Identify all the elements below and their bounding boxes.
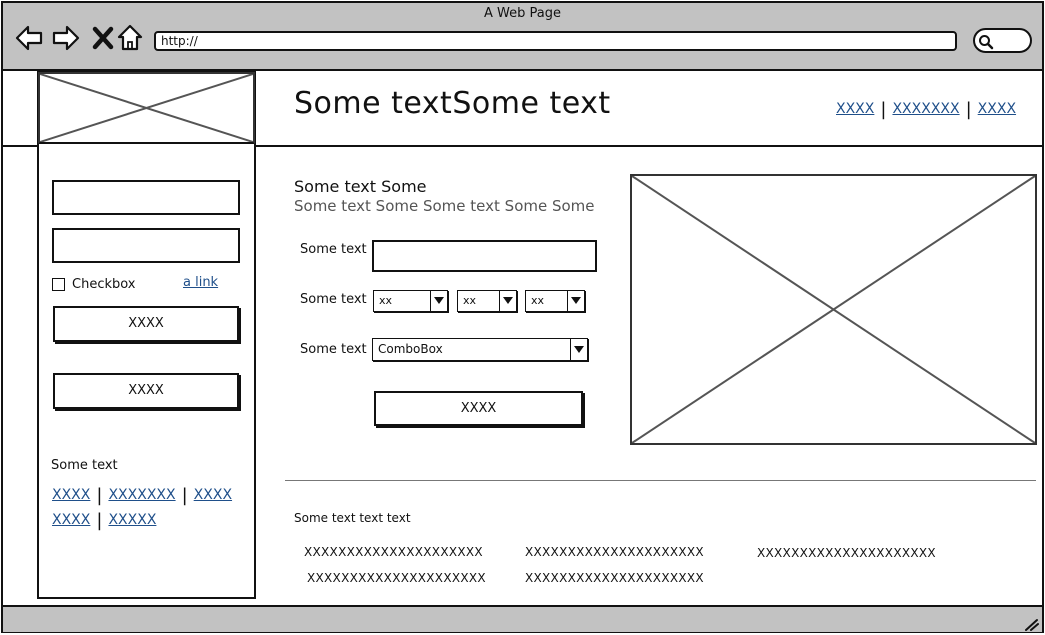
footer-item: XXXXXXXXXXXXXXXXXXXXX [307, 571, 486, 585]
sidebar-nav-link[interactable]: XXXX [52, 487, 90, 503]
top-nav-link-2[interactable]: XXXXXXX [892, 101, 959, 117]
checkbox-row[interactable]: Checkbox [52, 277, 136, 292]
sidebar-nav-link[interactable]: XXXX [194, 487, 232, 503]
home-icon[interactable] [116, 24, 144, 52]
status-bar [3, 605, 1042, 632]
footer-heading: Some text text text [294, 511, 411, 525]
top-nav-link-3[interactable]: XXXX [978, 101, 1016, 117]
close-icon[interactable] [89, 24, 117, 52]
field-label-3: Some text [300, 342, 367, 357]
sidebar-nav-link[interactable]: XXXXXXX [108, 487, 175, 503]
select-1-value: xx [379, 294, 393, 307]
separator: | [96, 510, 103, 531]
username-field[interactable] [52, 180, 240, 215]
footer-item: XXXXXXXXXXXXXXXXXXXXX [757, 546, 936, 560]
sidebar-button-2[interactable]: XXXX [53, 373, 239, 409]
submit-button[interactable]: XXXX [374, 391, 583, 426]
form-title: Some text Some [294, 177, 427, 196]
page-title: Some textSome text [294, 86, 611, 121]
top-nav-link-1[interactable]: XXXX [836, 101, 874, 117]
sidebar-nav-link[interactable]: XXXXX [108, 512, 156, 528]
checkbox-label: Checkbox [72, 277, 136, 292]
forward-arrow-icon[interactable] [52, 24, 80, 52]
select-2-value: xx [463, 294, 477, 307]
text-input[interactable] [372, 240, 597, 272]
select-1[interactable]: xx [373, 290, 448, 312]
content-divider [285, 480, 1036, 481]
separator: | [965, 99, 972, 120]
logo-image-placeholder [38, 72, 255, 144]
dropdown-arrow-icon [570, 339, 587, 360]
browser-search-box[interactable] [973, 28, 1032, 53]
separator: | [181, 485, 188, 506]
sidebar-nav-link[interactable]: XXXX [52, 512, 90, 528]
separator: | [880, 99, 887, 120]
dropdown-arrow-icon [430, 291, 447, 311]
sidebar-links-row-1: XXXX | XXXXXXX | XXXX [52, 483, 232, 506]
sidebar-heading: Some text [51, 458, 118, 473]
combobox[interactable]: ComboBox [372, 338, 588, 361]
field-label-2: Some text [300, 292, 367, 307]
select-2[interactable]: xx [457, 290, 517, 312]
checkbox[interactable] [52, 278, 65, 291]
top-nav: XXXX | XXXXXXX | XXXX [836, 97, 1016, 120]
footer-item: XXXXXXXXXXXXXXXXXXXXX [525, 571, 704, 585]
field-label-1: Some text [300, 242, 367, 257]
footer-item: XXXXXXXXXXXXXXXXXXXXX [525, 545, 704, 559]
sidebar-links-row-2: XXXX | XXXXX [52, 508, 156, 531]
form-subtitle: Some text Some Some text Some Some [294, 197, 595, 215]
password-field[interactable] [52, 228, 240, 263]
dropdown-arrow-icon [499, 291, 516, 311]
footer-item: XXXXXXXXXXXXXXXXXXXXX [304, 545, 483, 559]
url-bar[interactable]: http:// [154, 31, 957, 51]
sidebar-button-1[interactable]: XXXX [53, 306, 239, 342]
resize-grip-icon[interactable] [1023, 616, 1039, 631]
window-title: A Web Page [484, 6, 561, 21]
select-3-value: xx [531, 294, 545, 307]
search-icon [979, 35, 994, 50]
sidebar-link[interactable]: a link [183, 275, 218, 290]
select-3[interactable]: xx [525, 290, 585, 312]
image-placeholder [630, 174, 1037, 445]
separator: | [96, 485, 103, 506]
combobox-value: ComboBox [378, 342, 443, 356]
back-arrow-icon[interactable] [15, 24, 43, 52]
dropdown-arrow-icon [567, 291, 584, 311]
